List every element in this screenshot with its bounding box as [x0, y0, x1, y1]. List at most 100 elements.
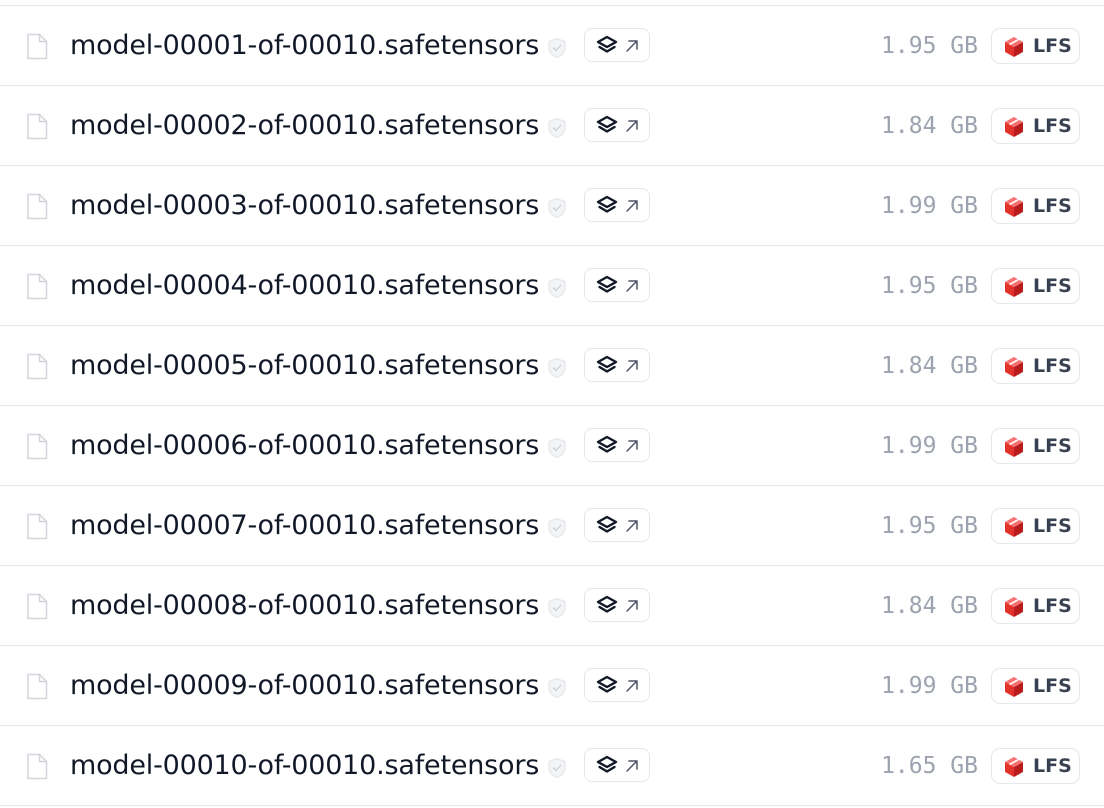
lfs-label: LFS: [1033, 595, 1072, 617]
open-viewer-button[interactable]: [584, 348, 650, 382]
file-name-link[interactable]: model-00010-of-00010.safetensors: [70, 746, 539, 786]
file-size: 1.99 GB: [881, 433, 978, 459]
lfs-cube-icon: [1005, 197, 1023, 217]
shield-icon[interactable]: [545, 116, 569, 140]
file-row[interactable]: model-00005-of-00010.safetensors 1.84 GB: [0, 325, 1104, 405]
open-viewer-button[interactable]: [584, 748, 650, 782]
lfs-cube-icon: [1005, 37, 1023, 57]
open-viewer-button[interactable]: [584, 188, 650, 222]
layers-icon: [596, 275, 618, 293]
file-icon: [27, 433, 48, 460]
lfs-badge[interactable]: LFS: [991, 428, 1080, 464]
lfs-badge[interactable]: LFS: [991, 268, 1080, 304]
file-size: 1.95 GB: [881, 513, 978, 539]
lfs-badge[interactable]: LFS: [991, 28, 1080, 64]
lfs-cube-icon: [1005, 357, 1023, 377]
lfs-label: LFS: [1033, 515, 1072, 537]
lfs-label: LFS: [1033, 435, 1072, 457]
file-row[interactable]: model-00003-of-00010.safetensors 1.99 GB: [0, 165, 1104, 245]
layers-icon: [596, 435, 618, 453]
open-viewer-button[interactable]: [584, 588, 650, 622]
file-row[interactable]: model-00008-of-00010.safetensors 1.84 GB: [0, 565, 1104, 645]
lfs-badge[interactable]: LFS: [991, 588, 1080, 624]
file-row[interactable]: model-00009-of-00010.safetensors 1.99 GB: [0, 645, 1104, 725]
shield-icon[interactable]: [545, 36, 569, 60]
arrow-up-right-icon: [626, 120, 638, 132]
file-size: 1.99 GB: [881, 673, 978, 699]
open-viewer-button[interactable]: [584, 28, 650, 62]
shield-icon[interactable]: [545, 436, 569, 460]
open-viewer-button[interactable]: [584, 108, 650, 142]
file-name-link[interactable]: model-00004-of-00010.safetensors: [70, 266, 539, 306]
file-row[interactable]: model-00004-of-00010.safetensors 1.95 GB: [0, 245, 1104, 325]
arrow-up-right-icon: [626, 600, 638, 612]
lfs-badge[interactable]: LFS: [991, 668, 1080, 704]
layers-icon: [596, 515, 618, 533]
lfs-cube-icon: [1005, 597, 1023, 617]
layers-icon: [596, 115, 618, 133]
file-icon: [27, 113, 48, 140]
layers-icon: [596, 35, 618, 53]
file-name-link[interactable]: model-00003-of-00010.safetensors: [70, 186, 539, 226]
file-size: 1.95 GB: [881, 273, 978, 299]
lfs-badge[interactable]: LFS: [991, 748, 1080, 784]
file-icon: [27, 273, 48, 300]
file-icon: [27, 33, 48, 60]
file-row[interactable]: model-00006-of-00010.safetensors 1.99 GB: [0, 405, 1104, 485]
shield-icon[interactable]: [545, 356, 569, 380]
file-icon: [27, 513, 48, 540]
file-name-link[interactable]: model-00006-of-00010.safetensors: [70, 426, 539, 466]
file-size: 1.65 GB: [881, 753, 978, 779]
file-name-link[interactable]: model-00007-of-00010.safetensors: [70, 506, 539, 546]
file-icon: [27, 193, 48, 220]
file-row[interactable]: model-00002-of-00010.safetensors 1.84 GB: [0, 85, 1104, 165]
shield-icon[interactable]: [545, 756, 569, 780]
lfs-cube-icon: [1005, 757, 1023, 777]
lfs-cube-icon: [1005, 117, 1023, 137]
file-name-link[interactable]: model-00009-of-00010.safetensors: [70, 666, 539, 706]
shield-icon[interactable]: [545, 196, 569, 220]
lfs-label: LFS: [1033, 755, 1072, 777]
arrow-up-right-icon: [626, 680, 638, 692]
shield-icon[interactable]: [545, 596, 569, 620]
open-viewer-button[interactable]: [584, 668, 650, 702]
lfs-badge[interactable]: LFS: [991, 348, 1080, 384]
layers-icon: [596, 195, 618, 213]
lfs-badge[interactable]: LFS: [991, 108, 1080, 144]
layers-icon: [596, 675, 618, 693]
arrow-up-right-icon: [626, 40, 638, 52]
shield-icon[interactable]: [545, 276, 569, 300]
file-list: model-00001-of-00010.safetensors 1.95 GB: [0, 5, 1104, 806]
lfs-label: LFS: [1033, 35, 1072, 57]
lfs-label: LFS: [1033, 275, 1072, 297]
file-icon: [27, 593, 48, 620]
file-size: 1.84 GB: [881, 593, 978, 619]
file-icon: [27, 353, 48, 380]
arrow-up-right-icon: [626, 200, 638, 212]
file-name-link[interactable]: model-00008-of-00010.safetensors: [70, 586, 539, 626]
open-viewer-button[interactable]: [584, 428, 650, 462]
open-viewer-button[interactable]: [584, 268, 650, 302]
lfs-label: LFS: [1033, 675, 1072, 697]
file-size: 1.99 GB: [881, 193, 978, 219]
lfs-label: LFS: [1033, 355, 1072, 377]
file-name-link[interactable]: model-00001-of-00010.safetensors: [70, 26, 539, 66]
file-size: 1.84 GB: [881, 113, 978, 139]
lfs-badge[interactable]: LFS: [991, 188, 1080, 224]
arrow-up-right-icon: [626, 520, 638, 532]
shield-icon[interactable]: [545, 516, 569, 540]
lfs-label: LFS: [1033, 115, 1072, 137]
open-viewer-button[interactable]: [584, 508, 650, 542]
file-name-link[interactable]: model-00002-of-00010.safetensors: [70, 106, 539, 146]
lfs-cube-icon: [1005, 277, 1023, 297]
shield-icon[interactable]: [545, 676, 569, 700]
arrow-up-right-icon: [626, 280, 638, 292]
file-name-link[interactable]: model-00005-of-00010.safetensors: [70, 346, 539, 386]
lfs-cube-icon: [1005, 437, 1023, 457]
file-row[interactable]: model-00007-of-00010.safetensors 1.95 GB: [0, 485, 1104, 565]
layers-icon: [596, 595, 618, 613]
file-size: 1.84 GB: [881, 353, 978, 379]
lfs-badge[interactable]: LFS: [991, 508, 1080, 544]
file-row[interactable]: model-00001-of-00010.safetensors 1.95 GB: [0, 5, 1104, 85]
file-row[interactable]: model-00010-of-00010.safetensors 1.65 GB: [0, 725, 1104, 806]
